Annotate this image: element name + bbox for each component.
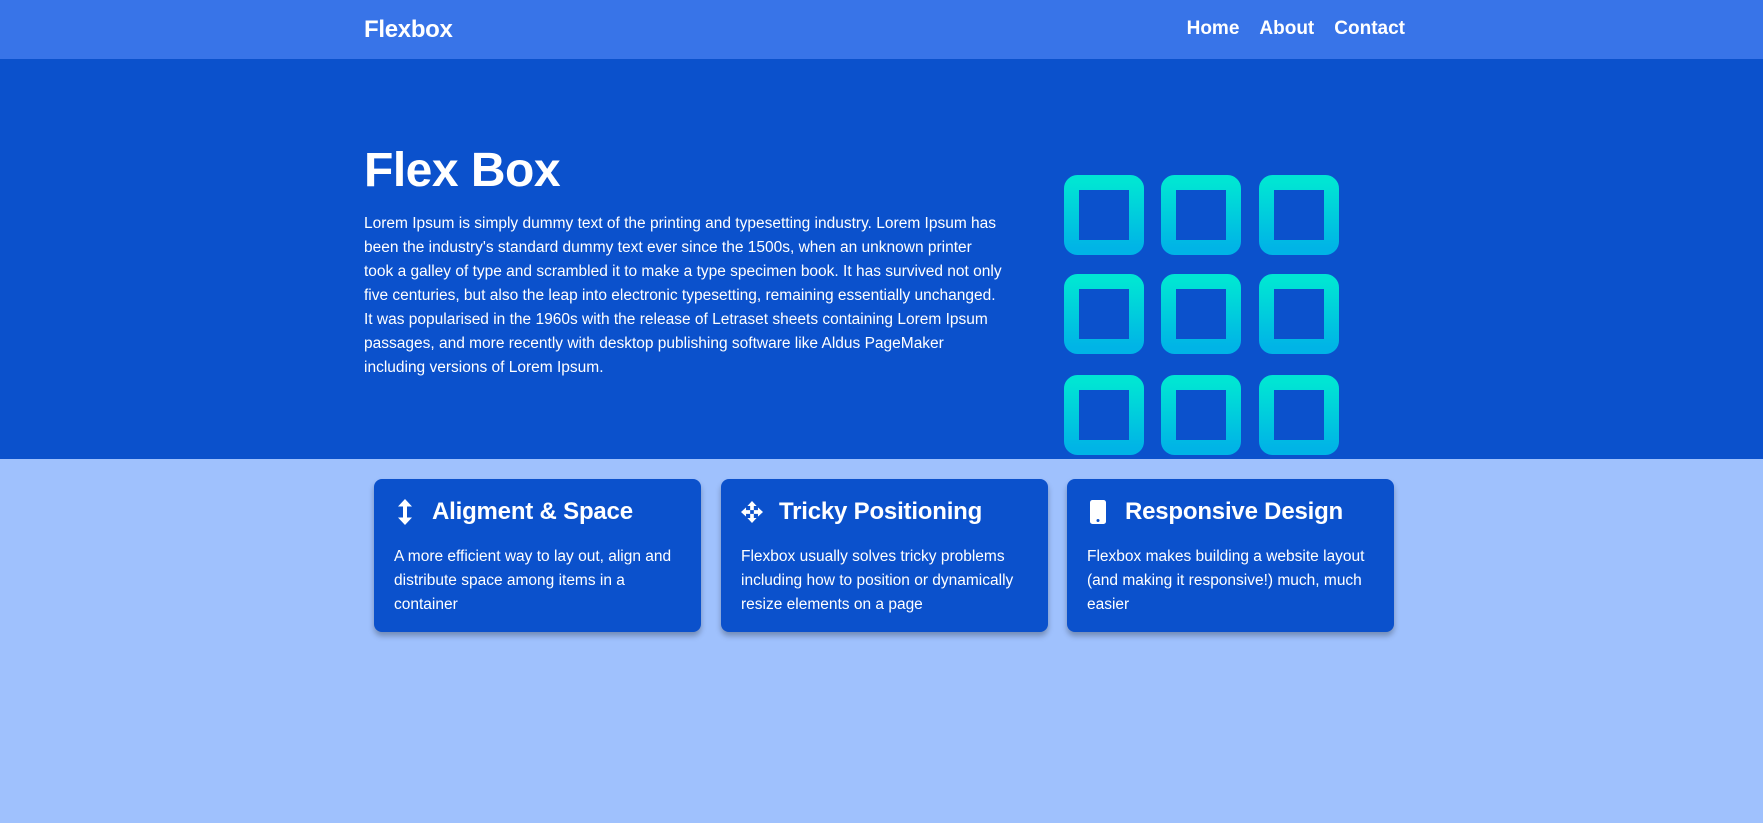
- feature-card-alignment: Aligment & Space A more efficient way to…: [374, 479, 701, 632]
- card-header: Responsive Design: [1087, 498, 1343, 526]
- feature-card-responsive: Responsive Design Flexbox makes building…: [1067, 479, 1394, 632]
- grid-square: [1064, 175, 1144, 255]
- grid-square: [1259, 375, 1339, 455]
- features-section: Aligment & Space A more efficient way to…: [0, 459, 1763, 823]
- grid-squares-icon: [1064, 175, 1339, 455]
- move-arrows-icon: [741, 498, 763, 526]
- hero-description: Lorem Ipsum is simply dummy text of the …: [364, 215, 1002, 376]
- nav-links: Home About Contact: [1187, 18, 1405, 40]
- grid-square: [1161, 375, 1241, 455]
- grid-square: [1259, 175, 1339, 255]
- mobile-phone-icon: [1087, 498, 1109, 526]
- card-title: Aligment & Space: [432, 498, 633, 525]
- grid-square: [1064, 375, 1144, 455]
- card-header: Aligment & Space: [394, 498, 633, 526]
- hero-title: Flex Box: [364, 144, 561, 197]
- grid-square: [1064, 274, 1144, 354]
- card-title: Responsive Design: [1125, 498, 1344, 525]
- card-description: Flexbox usually solves tricky problems i…: [741, 548, 1014, 613]
- grid-square: [1161, 274, 1241, 354]
- brand-logo[interactable]: Flexbox: [364, 16, 453, 44]
- nav-link-home[interactable]: Home: [1187, 18, 1240, 40]
- card-description: A more efficient way to lay out, align a…: [394, 548, 672, 613]
- grid-square: [1259, 274, 1339, 354]
- card-description: Flexbox makes building a website layout …: [1087, 548, 1365, 613]
- card-header: Tricky Positioning: [741, 498, 982, 526]
- feature-card-positioning: Tricky Positioning Flexbox usually solve…: [721, 479, 1048, 632]
- card-title: Tricky Positioning: [779, 498, 983, 525]
- vertical-arrows-icon: [394, 498, 416, 526]
- navbar: Flexbox Home About Contact: [0, 0, 1763, 59]
- nav-link-contact[interactable]: Contact: [1334, 18, 1405, 40]
- hero-section: Flex Box Lorem Ipsum is simply dummy tex…: [0, 59, 1763, 459]
- nav-link-about[interactable]: About: [1259, 18, 1314, 40]
- grid-square: [1161, 175, 1241, 255]
